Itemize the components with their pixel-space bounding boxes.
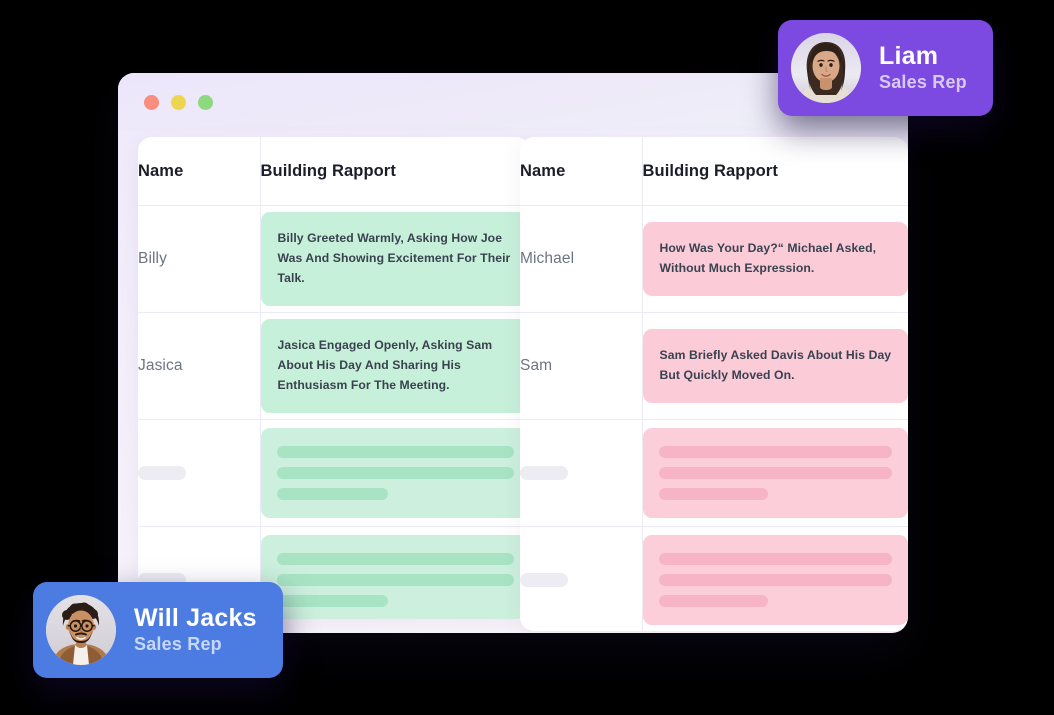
liam-badge[interactable]: Liam Sales Rep (778, 20, 993, 116)
name-cell: Sam (520, 312, 643, 420)
rapport-bubble: Jasica Engaged Openly, Asking Sam About … (260, 319, 530, 413)
name-skeleton (138, 466, 186, 480)
rapport-skeleton (642, 428, 908, 518)
person-role: Sales Rep (134, 634, 222, 655)
maximize-dot-icon[interactable] (198, 95, 213, 110)
name-skeleton (520, 573, 568, 588)
will-jacks-badge[interactable]: Will Jacks Sales Rep (33, 582, 283, 678)
woman-portrait-photo-icon (791, 33, 861, 103)
rapport-table-left: Name Building Rapport Billy Billy Greete… (138, 137, 530, 619)
skeleton-line (276, 574, 514, 587)
column-header-rapport: Building Rapport (260, 137, 530, 206)
rapport-cell-placeholder (642, 419, 908, 527)
skeleton-line (658, 553, 892, 566)
skeleton-line (276, 488, 389, 500)
rapport-skeleton (642, 535, 908, 626)
column-header-name: Name (138, 137, 261, 206)
name-cell-placeholder (520, 419, 643, 527)
table-row-placeholder (520, 526, 908, 632)
rapport-cell-placeholder (260, 527, 530, 619)
minimize-dot-icon[interactable] (171, 95, 186, 110)
positive-rapport-panel: Name Building Rapport Billy Billy Greete… (138, 137, 530, 619)
name-cell-placeholder (520, 526, 643, 631)
neutral-rapport-panel: Name Building Rapport Michael How Was Yo… (520, 137, 908, 631)
name-cell-placeholder (138, 419, 261, 527)
close-dot-icon[interactable] (144, 95, 159, 110)
rapport-skeleton (260, 428, 530, 518)
comparison-panels: Name Building Rapport Billy Billy Greete… (118, 131, 908, 633)
table-header-row: Name Building Rapport (520, 137, 908, 206)
rapport-skeleton (260, 535, 530, 619)
rapport-table-right: Name Building Rapport Michael How Was Yo… (520, 137, 908, 631)
name-cell: Michael (520, 205, 643, 313)
table-row[interactable]: Jasica Jasica Engaged Openly, Asking Sam… (138, 312, 530, 420)
rapport-bubble: How Was Your Day?“ Michael Asked, Withou… (642, 222, 908, 296)
person-name-label: Michael (520, 250, 575, 267)
skeleton-line (658, 446, 892, 458)
skeleton-line (658, 467, 892, 479)
skeleton-line (276, 553, 514, 566)
table-row-placeholder (520, 419, 908, 527)
column-header-rapport: Building Rapport (642, 137, 908, 206)
rapport-cell: Billy Greeted Warmly, Asking How Joe Was… (260, 205, 530, 313)
table-row[interactable]: Sam Sam Briefly Asked Davis About His Da… (520, 312, 908, 420)
skeleton-line (276, 467, 514, 479)
rapport-bubble: Billy Greeted Warmly, Asking How Joe Was… (260, 212, 530, 306)
avatar (791, 33, 861, 103)
column-header-name: Name (520, 137, 643, 206)
skeleton-line (658, 595, 769, 608)
traffic-light-dots (144, 95, 213, 110)
person-name: Liam (879, 41, 939, 70)
name-cell: Billy (138, 205, 261, 313)
rapport-bubble: Sam Briefly Asked Davis About His Day Bu… (642, 329, 908, 403)
person-meta: Will Jacks Sales Rep (134, 604, 257, 657)
name-skeleton (520, 466, 568, 480)
rapport-cell-placeholder (260, 419, 530, 527)
person-name: Will Jacks (134, 603, 257, 632)
table-row-placeholder (138, 419, 530, 527)
skeleton-line (276, 595, 389, 608)
person-name-label: Sam (520, 357, 553, 374)
rapport-cell: Jasica Engaged Openly, Asking Sam About … (260, 312, 530, 420)
avatar (46, 595, 116, 665)
rapport-cell: Sam Briefly Asked Davis About His Day Bu… (642, 312, 908, 420)
name-cell: Jasica (138, 312, 261, 420)
skeleton-line (658, 488, 769, 500)
app-window: Name Building Rapport Billy Billy Greete… (118, 73, 908, 633)
table-row[interactable]: Michael How Was Your Day?“ Michael Asked… (520, 205, 908, 313)
rapport-cell: How Was Your Day?“ Michael Asked, Withou… (642, 205, 908, 313)
person-meta: Liam Sales Rep (879, 42, 967, 95)
rapport-cell-placeholder (642, 527, 908, 632)
skeleton-line (276, 446, 514, 458)
person-name-label: Jasica (138, 357, 183, 374)
skeleton-line (658, 574, 892, 587)
man-with-glasses-portrait-photo-icon (46, 595, 116, 665)
person-name-label: Billy (138, 250, 167, 267)
person-role: Sales Rep (879, 72, 967, 93)
table-header-row: Name Building Rapport (138, 137, 530, 206)
table-row[interactable]: Billy Billy Greeted Warmly, Asking How J… (138, 205, 530, 313)
